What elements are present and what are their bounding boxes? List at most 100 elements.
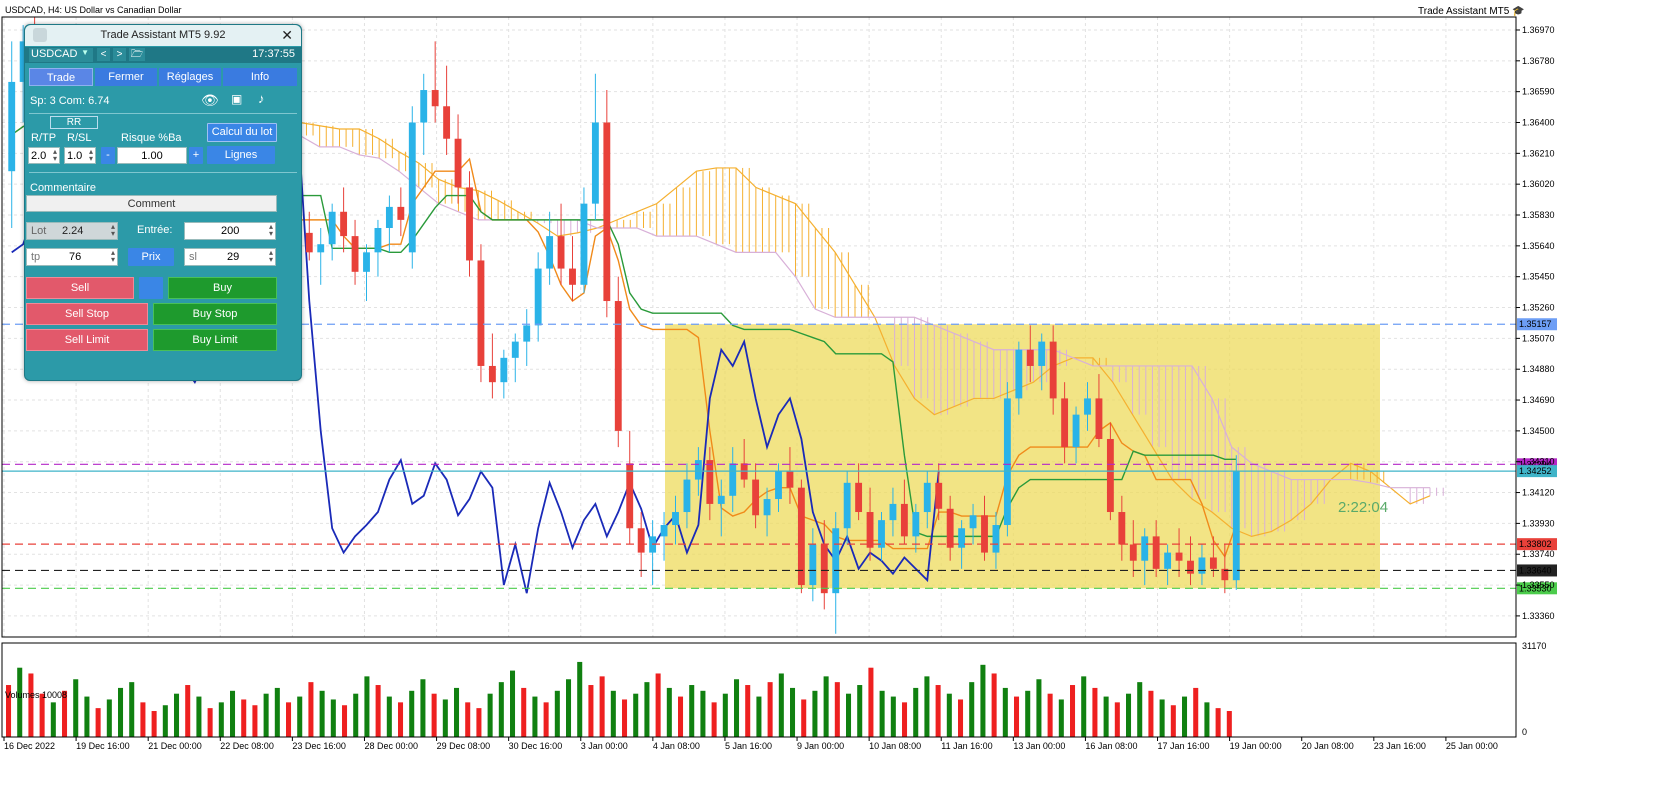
- price-button[interactable]: Prix: [128, 248, 174, 266]
- spinner-icon[interactable]: ▴ ▾: [111, 223, 115, 238]
- comment-input[interactable]: Comment: [26, 195, 277, 212]
- y-tick-label: 1.35070: [1522, 333, 1555, 343]
- candle-body: [1141, 536, 1149, 561]
- candle-body: [1118, 512, 1126, 545]
- sl-value: 29: [227, 251, 240, 263]
- price-level-label: 1.33802: [1519, 539, 1552, 549]
- risk-input[interactable]: 1.00: [117, 147, 187, 164]
- prev-symbol-button[interactable]: <: [97, 48, 110, 61]
- y-tick-label: 1.36020: [1522, 179, 1555, 189]
- volume-bar: [409, 690, 415, 737]
- volume-bar: [745, 685, 751, 737]
- tab-trade[interactable]: Trade: [29, 68, 93, 86]
- x-tick-label: 23 Jan 16:00: [1374, 741, 1426, 751]
- volume-bar: [95, 708, 101, 737]
- volume-bar: [823, 676, 829, 737]
- entry-input[interactable]: 200 ▴ ▾: [184, 222, 276, 240]
- volume-label: Volumes 10008: [5, 690, 67, 700]
- sl-input[interactable]: sl 29 ▴ ▾: [184, 248, 276, 266]
- sell-limit-button[interactable]: Sell Limit: [26, 329, 148, 351]
- tab-fermer[interactable]: Fermer: [95, 68, 157, 86]
- toggle-button[interactable]: [139, 277, 163, 299]
- volume-bar: [230, 690, 236, 737]
- volume-bar: [969, 682, 975, 737]
- volume-bar: [353, 693, 359, 737]
- candle-body: [488, 365, 496, 383]
- x-tick-label: 9 Jan 00:00: [797, 741, 844, 751]
- buy-button[interactable]: Buy: [168, 277, 277, 299]
- x-tick-label: 22 Dec 08:00: [220, 741, 274, 751]
- tab-reglages[interactable]: Réglages: [159, 68, 221, 86]
- sell-stop-button[interactable]: Sell Stop: [26, 303, 148, 325]
- trade-assistant-panel[interactable]: Trade Assistant MT5 9.92 ✕ USDCAD ▼ < > 🗁…: [24, 24, 302, 381]
- symbol-select[interactable]: USDCAD ▼: [29, 48, 93, 62]
- volume-bar: [700, 690, 706, 737]
- spinner-icon[interactable]: ▴ ▾: [111, 249, 115, 264]
- y-tick-label: 1.36780: [1522, 56, 1555, 66]
- spinner-icon[interactable]: ▴ ▾: [269, 223, 273, 238]
- sell-button[interactable]: Sell: [26, 277, 134, 299]
- panel-title: Trade Assistant MT5 9.92: [100, 29, 226, 41]
- lot-input[interactable]: Lot 2.24 ▴ ▾: [26, 222, 118, 240]
- x-tick-label: 17 Jan 16:00: [1158, 741, 1210, 751]
- tab-info[interactable]: Info: [223, 68, 297, 86]
- volume-bar: [140, 702, 146, 737]
- volume-bar: [17, 667, 23, 737]
- divider: [29, 172, 297, 173]
- entry-label: Entrée:: [137, 224, 173, 236]
- bell-icon[interactable]: ♪: [258, 91, 265, 106]
- candle-body: [694, 460, 702, 480]
- spinner-icon[interactable]: ▴ ▾: [53, 148, 57, 163]
- buy-stop-button[interactable]: Buy Stop: [153, 303, 277, 325]
- candle-body: [546, 236, 554, 269]
- panel-titlebar[interactable]: Trade Assistant MT5 9.92 ✕: [25, 25, 301, 46]
- next-symbol-button[interactable]: >: [113, 48, 126, 61]
- volume-bar: [622, 699, 628, 737]
- volume-bar: [543, 702, 549, 737]
- rtp-stepper[interactable]: 2.0 ▴ ▾: [28, 147, 60, 164]
- rsl-stepper[interactable]: 1.0 ▴ ▾: [64, 147, 96, 164]
- x-tick-label: 20 Jan 08:00: [1302, 741, 1354, 751]
- spinner-icon[interactable]: ▴ ▾: [89, 148, 93, 163]
- close-icon[interactable]: ✕: [281, 27, 293, 44]
- volume-bar: [1058, 699, 1064, 737]
- x-tick-label: 11 Jan 16:00: [941, 741, 992, 751]
- candle-body: [454, 138, 462, 188]
- volume-bar: [218, 702, 224, 737]
- volume-bar: [812, 690, 818, 737]
- spinner-icon[interactable]: ▴ ▾: [269, 249, 273, 264]
- volume-bar: [1204, 702, 1210, 737]
- candle-body: [1164, 552, 1172, 569]
- y-tick-label: 1.34690: [1522, 395, 1555, 405]
- candle-body: [591, 122, 599, 204]
- candle-body: [1187, 560, 1194, 574]
- calc-lot-button[interactable]: Calcul du lot: [207, 123, 277, 142]
- tp-input[interactable]: tp 76 ▴ ▾: [26, 248, 118, 266]
- eye-icon[interactable]: 👁: [201, 92, 219, 109]
- volume-bar: [946, 693, 952, 737]
- y-tick-label: 1.34880: [1522, 364, 1555, 374]
- volume-bar: [252, 705, 258, 737]
- candle-body: [580, 203, 588, 285]
- candle-body: [706, 460, 714, 504]
- candle-body: [820, 544, 828, 594]
- volume-bar: [689, 685, 695, 737]
- y-tick-label: 1.36400: [1522, 117, 1555, 127]
- risk-minus-button[interactable]: -: [101, 147, 115, 164]
- volume-bar: [588, 685, 594, 737]
- volume-bar: [1014, 696, 1020, 737]
- candle-body: [923, 482, 931, 513]
- risk-plus-button[interactable]: +: [189, 147, 203, 164]
- folder-icon[interactable]: 🗁: [129, 48, 145, 61]
- calendar-icon[interactable]: ▣: [231, 92, 242, 106]
- candle-body: [340, 211, 348, 237]
- symbol-bar: USDCAD ▼ < > 🗁 17:37:55: [25, 47, 301, 63]
- candle-body: [717, 495, 725, 504]
- buy-limit-button[interactable]: Buy Limit: [153, 329, 277, 351]
- candle-body: [660, 525, 668, 537]
- candle-body: [672, 512, 679, 526]
- lines-button[interactable]: Lignes: [207, 146, 275, 164]
- volume-bar: [118, 687, 124, 737]
- volume-bar: [498, 682, 504, 737]
- candle-body: [1084, 398, 1091, 415]
